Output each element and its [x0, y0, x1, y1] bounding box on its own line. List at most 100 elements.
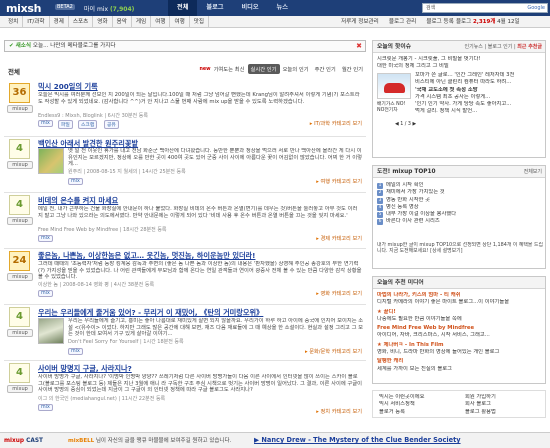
hot-issue-line[interactable]: 가격 시스템 최초 공사는 이렇게... [415, 94, 543, 101]
tag[interactable]: mix [38, 290, 53, 297]
mixup-button[interactable]: mixup [7, 105, 33, 113]
mixup-button[interactable]: mixup [7, 217, 33, 225]
footer-link[interactable]: 회사 블로그 [465, 401, 543, 408]
footer-link[interactable]: 믹시는 이런곳이에요 [379, 394, 459, 401]
tag[interactable]: mix [68, 348, 83, 355]
tab-monthly[interactable]: 월간 인기 [339, 64, 366, 74]
media-title[interactable]: 달팽한 캐리 [377, 358, 543, 365]
tab-today[interactable]: 오늘의 인기 [280, 64, 312, 74]
ev-car-thumbnail[interactable] [377, 73, 411, 99]
category-sports[interactable]: 스포츠 [69, 16, 94, 28]
account-info-link[interactable]: 저루게 정보관리 [336, 16, 384, 28]
footer-links-left: 믹시는 이런곳이에요 믹시 서비스정책 블로거 등록 [379, 394, 459, 416]
category-movie[interactable]: 영화 [93, 16, 113, 28]
hot-issue-line[interactable]: 먹게 걸리. 정책 시식 발언... [415, 108, 543, 115]
item-desc: 메일 전, 내가 근무하는 건물 화장실에 안내문이 하나 붙었다. 화장실 비… [38, 206, 358, 219]
item-thumbnail[interactable] [38, 148, 64, 174]
top10-more-link[interactable]: 전체보기 [524, 166, 542, 178]
hot-issue-line[interactable]: '국채 교도소에 첫 속성 소방 [415, 87, 543, 94]
category-link[interactable]: 영화 카테고리 보기 [316, 290, 362, 297]
top10-item[interactable]: 6 바른다 이사 관련 시리즈 [377, 218, 543, 226]
footer-link[interactable]: 회원 가입하기 [465, 394, 543, 401]
media-title[interactable]: 마법의 나라가, 키스의 엄마 - 티 캐쉬 [377, 292, 543, 299]
item-title[interactable]: 비데의 온수를 켜지 마세요 [38, 196, 118, 206]
search-provider[interactable]: Google [527, 4, 545, 12]
notice-text[interactable]: 오늘... 나만의 메타블로그를 가지다 [33, 43, 116, 49]
feed-list: 36 mixup 믹시 200일의 기록 오늘은 믹시를 여러분께 선보인 지 … [4, 81, 366, 419]
tab-realtime[interactable]: 실시간 인기 [247, 64, 280, 74]
tab-popular-news[interactable]: 인기뉴스 [465, 44, 483, 50]
media-title[interactable]: ★ 체나버ㅋ - In This Film [377, 342, 543, 349]
search-input[interactable]: 검색 Google [422, 3, 548, 13]
category-link[interactable]: IT/과학 카테고리 보기 [310, 120, 362, 127]
tag[interactable]: 스크랩 [78, 120, 98, 129]
category-travel[interactable]: 여행 [151, 16, 171, 28]
item-thumbnail[interactable] [38, 318, 64, 344]
tab-weekly[interactable]: 주간 인기 [312, 64, 339, 74]
tab-latest[interactable]: 기여도는 최신 [211, 64, 248, 74]
my-mix-count: (7,904) [109, 6, 135, 13]
close-icon[interactable]: ✖ [356, 41, 362, 51]
top10-item[interactable]: 3 영동 만화 시작한 곳 [377, 197, 543, 204]
footer-link[interactable]: 블로거 등록 [379, 409, 459, 416]
top10-item[interactable]: 4 병신 등록 영상 [377, 204, 543, 211]
category-link[interactable]: 경제 카테고리 보기 [316, 235, 362, 242]
item-title[interactable]: 믹시 200일의 기록 [38, 82, 98, 92]
category-politics[interactable]: 정치 [4, 16, 24, 28]
tag[interactable]: 공유 [104, 120, 119, 129]
item-meta: 이그 의 한국인 (mediahangul.net) | 11시간 22분전 등… [38, 396, 166, 402]
nav-all[interactable]: 전체 [168, 0, 198, 16]
item-meta: 이상한 놈 | 2008-08-14 영화 평 | 4시간 38분전 등록 [38, 282, 155, 288]
nav-blog[interactable]: 블로그 [197, 0, 232, 16]
item-title[interactable]: 우리는 우리들에게 줄거움 있어? - 무리거 이 재밌어, 《탄의 거미랑오위… [38, 308, 263, 318]
category-link[interactable]: 여행 카테고리 보기 [316, 178, 362, 185]
media-title[interactable]: Free Mind Free Web by Mindfree [377, 325, 543, 332]
tag[interactable]: mix [38, 235, 53, 242]
category-link[interactable]: 문화/문학 카테고리 보기 [305, 348, 362, 355]
category-food[interactable]: 맛집 [190, 16, 210, 28]
blog-register-link[interactable]: 블로그 등록 [421, 16, 459, 28]
item-meta: Free Mind Free Web by Mindfree | 18시간 28… [38, 227, 167, 233]
mixup-button[interactable]: mixup [7, 329, 33, 337]
category-travel2[interactable]: 여행 [170, 16, 190, 28]
tag[interactable]: 파일 [58, 120, 73, 129]
blog-manage-link[interactable]: 블로그 관리 [384, 16, 422, 28]
hot-issue-line[interactable]: 비스티에 아닌 클린리 컴퓨터 따라도 하려... [415, 79, 543, 86]
mixup-button[interactable]: mixup [7, 385, 33, 393]
tag[interactable]: mix [38, 404, 53, 411]
media-title[interactable]: ★ 끝디! [377, 309, 543, 316]
category-game[interactable]: 게임 [132, 16, 152, 28]
nav-video[interactable]: 비디오 [232, 0, 267, 16]
my-mix-link[interactable]: 마이 mix (7,904) [84, 4, 134, 13]
rank-badge: 3 [377, 197, 383, 204]
mixup-cast-bar: mixup CAST mixBELL 님이 자신의 글을 땡큐 마블블에 보여주… [0, 432, 550, 448]
category-link[interactable]: 정치 카테고리 보기 [316, 408, 362, 415]
tag[interactable]: mix [68, 178, 83, 185]
hot-issue-line[interactable]: 꼬마가 쓴 글로... '인간 그레인' 레저자데 3천 [415, 72, 543, 79]
category-economy[interactable]: 경제 [50, 16, 69, 28]
footer-link[interactable]: 믹시 서비스정책 [379, 401, 459, 408]
item-meta: Don't Feel Sorry For Yourself | 1시간 18분전… [68, 339, 184, 345]
hot-issue-line[interactable]: '인기 인기 약사. 가게 당당 속도 좋아지고... [415, 101, 543, 108]
feed-item: 4 mixup 비데의 온수를 켜지 마세요 메일 전, 내가 근무하는 건물 … [4, 193, 366, 249]
category-music[interactable]: 음악 [113, 16, 132, 28]
item-title[interactable]: 사이버 망명지 구글, 사라지나? [38, 364, 132, 374]
hot-issue-box: 오늘의 핫이슈 인기뉴스 | 블로그 인기 | 최근 추천글 시크릿문 개봉기 … [372, 40, 546, 158]
top10-item[interactable]: 2 재미에서 가장 가치있는 것 [377, 189, 543, 197]
tab-popular-blog[interactable]: 블로그 인기 [488, 44, 513, 50]
cast-link[interactable]: ▶ Nancy Drew - The Mystery of the Clue B… [254, 435, 461, 446]
footer-link[interactable]: 블로그 활용법 [465, 409, 543, 416]
nav-news[interactable]: 뉴스 [268, 0, 297, 16]
top10-item[interactable]: 5 내부 가장 이걸 이상을 봉사했다 [377, 211, 543, 219]
item-title[interactable]: 좋은놈, 나쁜놈, 이상한놈은 없고… 웃긴놈, 멋진놈, 하이운놈만 있더라! [38, 251, 255, 261]
hot-issue-line[interactable]: 대한 미국의 정체 그리고 그 비밀 [377, 63, 543, 70]
tag[interactable]: mix [38, 120, 53, 127]
mixup-button[interactable]: mixup [7, 273, 33, 281]
top10-item[interactable]: 1 메일의 시작 확인 [377, 182, 543, 189]
tab-recent-recommend[interactable]: 최근 추천글 [517, 44, 542, 50]
category-it[interactable]: IT/과학 [23, 16, 50, 28]
hot-issue-line[interactable]: 시크릿문 개봉기 - 시크릿풀, 그 비밀을 벗기다! [377, 56, 543, 63]
mixsh-logo[interactable]: mixsh [6, 2, 42, 15]
mixup-button[interactable]: mixup [7, 161, 33, 169]
recommended-media-box: 오늘의 추천 미디어 마법의 나라가, 키스의 엄마 - 티 캐쉬 디지털 카메… [372, 276, 546, 384]
